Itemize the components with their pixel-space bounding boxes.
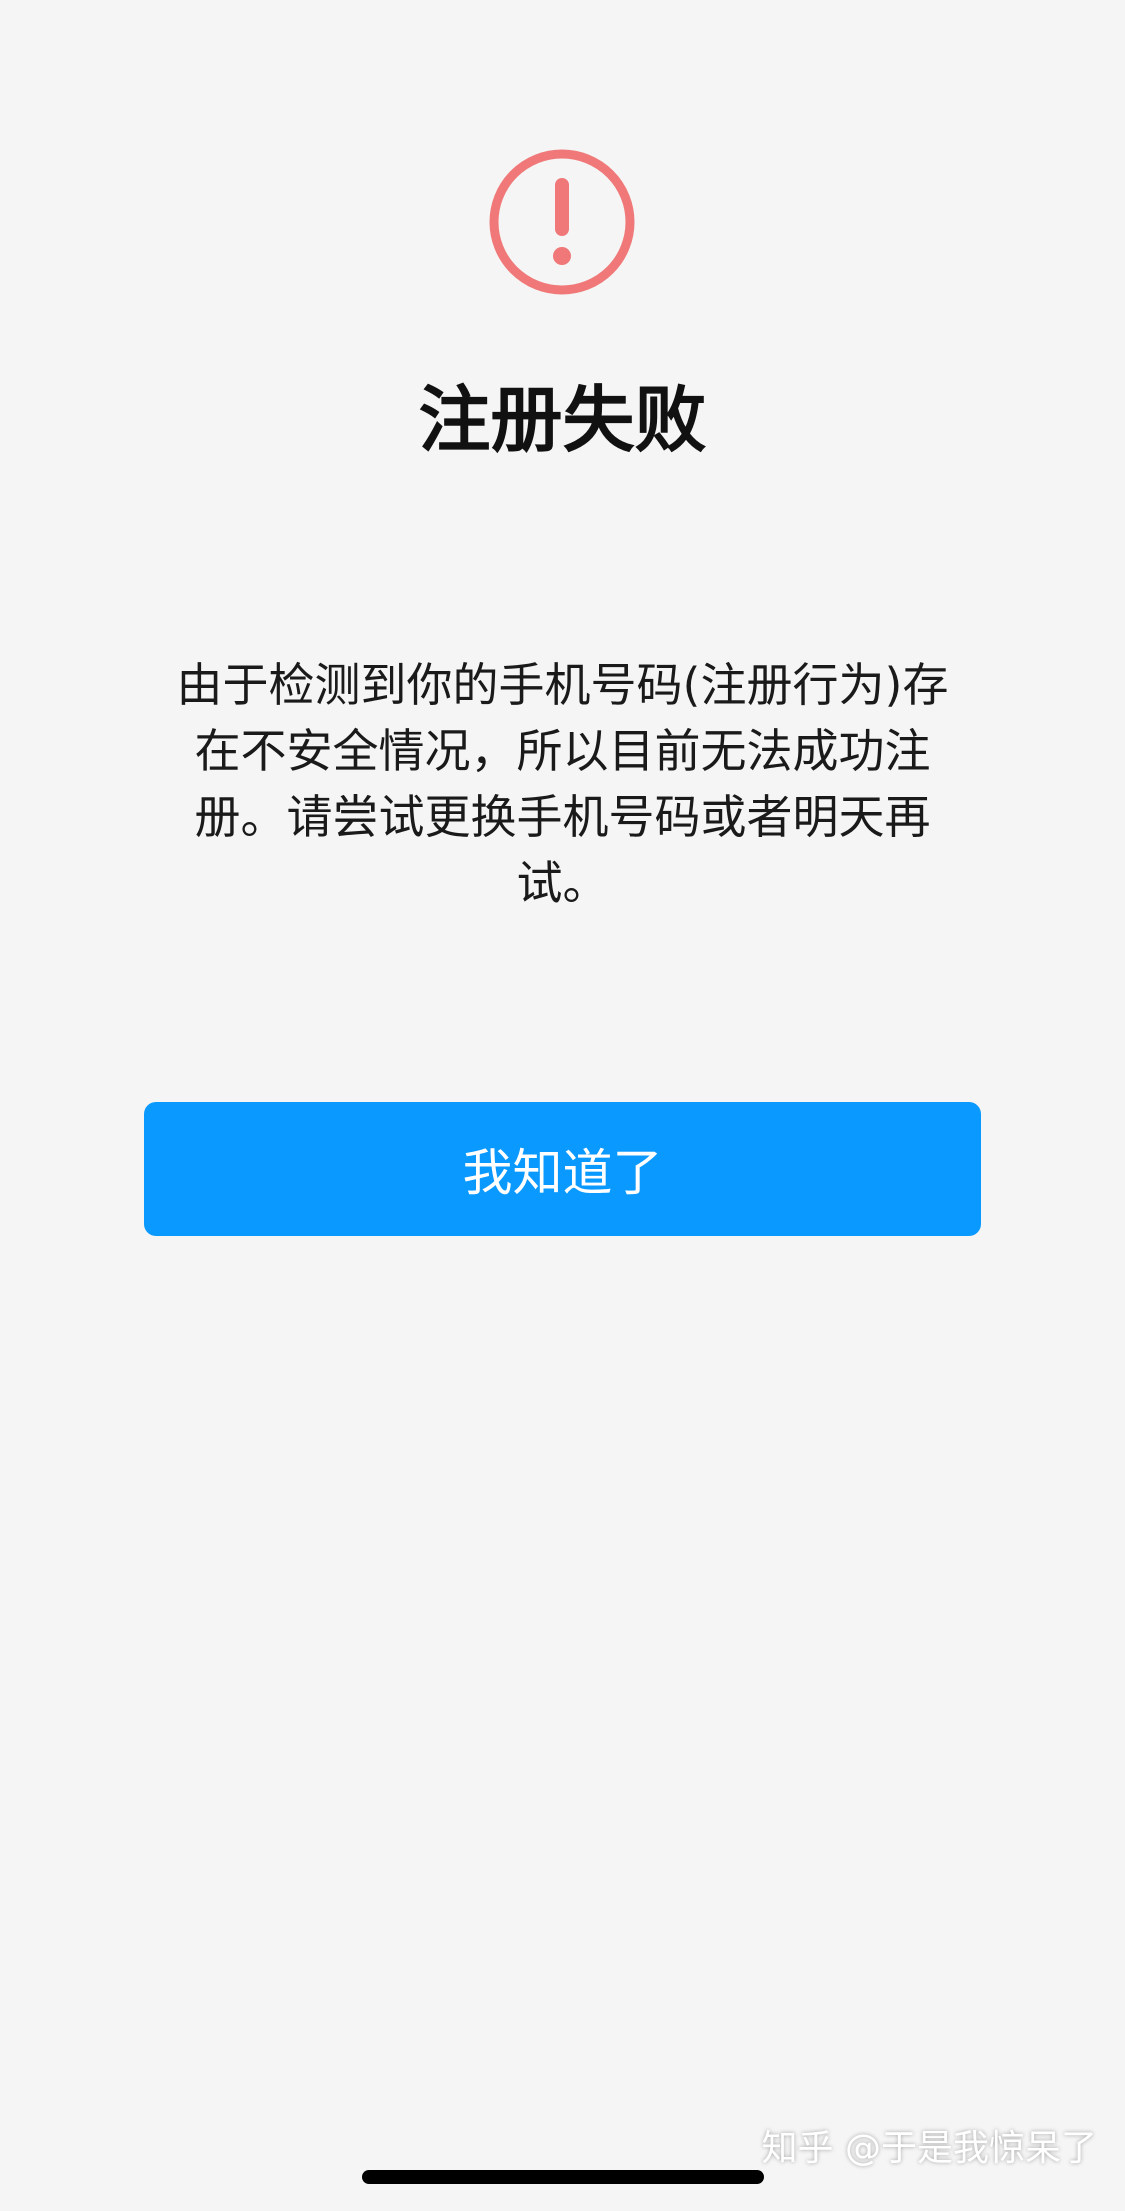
registration-failed-screen: 注册失败 由于检测到你的手机号码(注册行为)存在不安全情况，所以目前无法成功注册… (0, 0, 1125, 2211)
acknowledge-button-label: 我知道了 (462, 1144, 663, 1202)
acknowledge-button[interactable]: 我知道了 (144, 1102, 981, 1236)
exclamation-circle-icon (489, 149, 635, 295)
home-indicator[interactable] (362, 2170, 764, 2184)
watermark: 知乎 @于是我惊呆了 (761, 2128, 1097, 2169)
dialog-message: 由于检测到你的手机号码(注册行为)存在不安全情况，所以目前无法成功注册。请尝试更… (176, 658, 949, 910)
dialog-title: 注册失败 (418, 378, 707, 462)
